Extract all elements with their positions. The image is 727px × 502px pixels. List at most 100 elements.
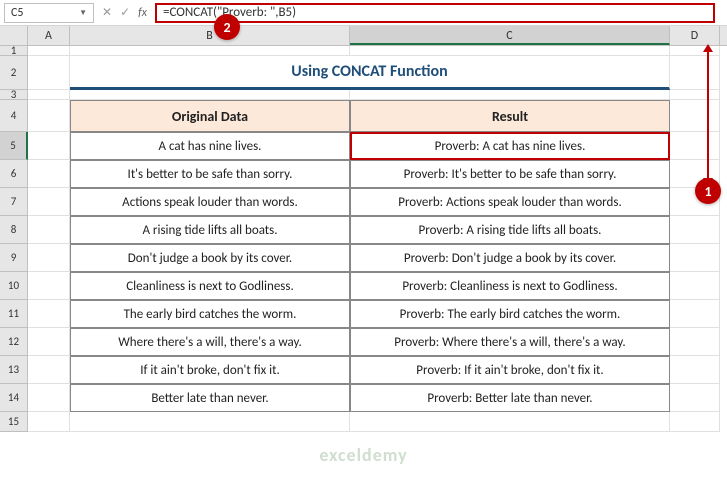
cell[interactable] bbox=[670, 356, 720, 384]
cell[interactable] bbox=[670, 90, 720, 100]
accept-icon[interactable]: ✓ bbox=[120, 5, 130, 20]
row-6: 6 It's better to be safe than sorry. Pro… bbox=[0, 160, 727, 188]
col-header-c[interactable]: C bbox=[350, 26, 670, 45]
row-15: 15 bbox=[0, 412, 727, 432]
cell-original[interactable]: A rising tide lifts all boats. bbox=[70, 216, 350, 244]
row-7: 7 Actions speak louder than words. Prove… bbox=[0, 188, 727, 216]
cell[interactable] bbox=[28, 244, 70, 272]
cell-result[interactable]: Proverb: The early bird catches the worm… bbox=[350, 300, 670, 328]
cell[interactable] bbox=[28, 272, 70, 300]
row-header[interactable]: 7 bbox=[0, 188, 28, 216]
header-result[interactable]: Result bbox=[350, 100, 670, 132]
title-cell[interactable]: Using CONCAT Function bbox=[70, 56, 670, 90]
cell-result[interactable]: Proverb: It's better to be safe than sor… bbox=[350, 160, 670, 188]
cell-result[interactable]: Proverb: If it ain't broke, don't fix it… bbox=[350, 356, 670, 384]
cell[interactable] bbox=[670, 132, 720, 160]
cell[interactable] bbox=[70, 46, 350, 56]
row-header[interactable]: 13 bbox=[0, 356, 28, 384]
name-box[interactable]: C5 ▼ bbox=[4, 3, 94, 23]
cell[interactable] bbox=[350, 90, 670, 100]
cell[interactable] bbox=[350, 46, 670, 56]
fx-icon[interactable]: fx bbox=[138, 6, 147, 20]
row-header[interactable]: 5 bbox=[0, 132, 28, 160]
cell[interactable] bbox=[28, 56, 70, 90]
cell[interactable] bbox=[28, 412, 70, 432]
cell-result[interactable]: Proverb: Don't judge a book by its cover… bbox=[350, 244, 670, 272]
cell[interactable] bbox=[350, 412, 670, 432]
cell[interactable] bbox=[670, 328, 720, 356]
cell[interactable] bbox=[670, 412, 720, 432]
row-header[interactable]: 3 bbox=[0, 90, 28, 100]
cell[interactable] bbox=[28, 328, 70, 356]
row-header[interactable]: 14 bbox=[0, 384, 28, 412]
cell[interactable] bbox=[28, 188, 70, 216]
cell-original[interactable]: Where there's a will, there's a way. bbox=[70, 328, 350, 356]
row-5: 5 A cat has nine lives. Proverb: A cat h… bbox=[0, 132, 727, 160]
cell[interactable] bbox=[670, 384, 720, 412]
row-header[interactable]: 2 bbox=[0, 56, 28, 90]
cell-original[interactable]: It's better to be safe than sorry. bbox=[70, 160, 350, 188]
cell[interactable] bbox=[28, 300, 70, 328]
column-headers: A B C D bbox=[0, 26, 727, 46]
row-header[interactable]: 11 bbox=[0, 300, 28, 328]
cell-original[interactable]: Don't judge a book by its cover. bbox=[70, 244, 350, 272]
name-box-value: C5 bbox=[11, 6, 23, 20]
cell-original[interactable]: Better late than never. bbox=[70, 384, 350, 412]
cell[interactable] bbox=[70, 90, 350, 100]
cancel-icon[interactable]: ✕ bbox=[102, 5, 112, 20]
annotation-arrow bbox=[707, 50, 709, 180]
row-header[interactable]: 12 bbox=[0, 328, 28, 356]
row-header[interactable]: 1 bbox=[0, 46, 28, 56]
cell-original[interactable]: Actions speak louder than words. bbox=[70, 188, 350, 216]
row-header[interactable]: 9 bbox=[0, 244, 28, 272]
cell-result[interactable]: Proverb: A rising tide lifts all boats. bbox=[350, 216, 670, 244]
row-12: 12 Where there's a will, there's a way. … bbox=[0, 328, 727, 356]
cell-result[interactable]: Proverb: Where there's a will, there's a… bbox=[350, 328, 670, 356]
row-14: 14 Better late than never. Proverb: Bett… bbox=[0, 384, 727, 412]
header-original[interactable]: Original Data bbox=[70, 100, 350, 132]
cell[interactable] bbox=[70, 412, 350, 432]
cell[interactable] bbox=[670, 244, 720, 272]
col-header-a[interactable]: A bbox=[28, 26, 70, 45]
cell-original[interactable]: Cleanliness is next to Godliness. bbox=[70, 272, 350, 300]
row-header[interactable]: 6 bbox=[0, 160, 28, 188]
cell[interactable] bbox=[670, 300, 720, 328]
row-8: 8 A rising tide lifts all boats. Proverb… bbox=[0, 216, 727, 244]
cell-result[interactable]: Proverb: Better late than never. bbox=[350, 384, 670, 412]
row-2: 2 Using CONCAT Function bbox=[0, 56, 727, 90]
formula-input[interactable]: =CONCAT("Proverb: ",B5) bbox=[155, 3, 715, 23]
cell-result[interactable]: Proverb: Actions speak louder than words… bbox=[350, 188, 670, 216]
cell[interactable] bbox=[28, 356, 70, 384]
cell[interactable] bbox=[28, 160, 70, 188]
row-header[interactable]: 4 bbox=[0, 100, 28, 132]
cell-result-selected[interactable]: Proverb: A cat has nine lives. bbox=[350, 132, 670, 160]
cell-original[interactable]: The early bird catches the worm. bbox=[70, 300, 350, 328]
spreadsheet-grid: A B C D 1 2 Using CONCAT Function 3 4 bbox=[0, 26, 727, 432]
cell[interactable] bbox=[670, 272, 720, 300]
cell-result[interactable]: Proverb: Cleanliness is next to Godlines… bbox=[350, 272, 670, 300]
col-header-d[interactable]: D bbox=[670, 26, 720, 45]
cell-original[interactable]: If it ain't broke, don't fix it. bbox=[70, 356, 350, 384]
select-all-corner[interactable] bbox=[0, 26, 28, 45]
cell[interactable] bbox=[28, 90, 70, 100]
row-header[interactable]: 10 bbox=[0, 272, 28, 300]
cell[interactable] bbox=[28, 216, 70, 244]
cell[interactable] bbox=[28, 132, 70, 160]
row-10: 10 Cleanliness is next to Godliness. Pro… bbox=[0, 272, 727, 300]
row-3: 3 bbox=[0, 90, 727, 100]
cell[interactable] bbox=[670, 56, 720, 90]
cell[interactable] bbox=[28, 384, 70, 412]
watermark: exceldemy bbox=[319, 444, 407, 466]
dropdown-icon[interactable]: ▼ bbox=[79, 8, 87, 18]
cell[interactable] bbox=[28, 46, 70, 56]
cell-original[interactable]: A cat has nine lives. bbox=[70, 132, 350, 160]
cell[interactable] bbox=[670, 216, 720, 244]
row-header[interactable]: 8 bbox=[0, 216, 28, 244]
fx-controls: ✕ ✓ fx bbox=[94, 5, 155, 20]
row-9: 9 Don't judge a book by its cover. Prove… bbox=[0, 244, 727, 272]
row-header[interactable]: 15 bbox=[0, 412, 28, 432]
col-header-b[interactable]: B bbox=[70, 26, 350, 45]
cell[interactable] bbox=[28, 100, 70, 132]
cell[interactable] bbox=[670, 100, 720, 132]
callout-2: 2 bbox=[214, 14, 240, 40]
